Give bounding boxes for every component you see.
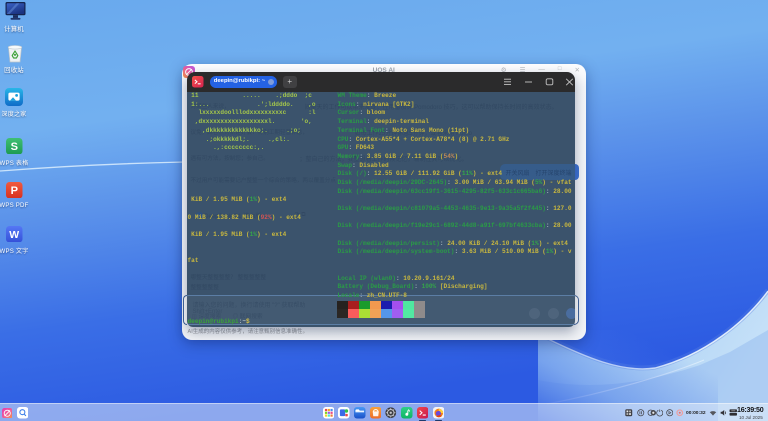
svg-text:W: W — [9, 230, 19, 241]
svg-text:S: S — [11, 141, 18, 153]
svg-text:P: P — [11, 185, 18, 197]
